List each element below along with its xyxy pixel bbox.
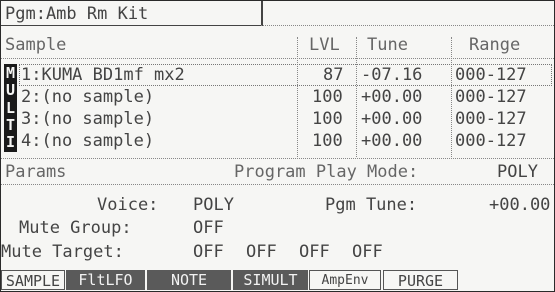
softkey-purge[interactable]: PURGE xyxy=(383,270,458,290)
sample-name[interactable]: 1:KUMA BD1mf mx2 xyxy=(21,64,185,86)
params-header: Params xyxy=(5,162,67,182)
badge-letter: I xyxy=(5,133,16,151)
sample-name[interactable]: 2:(no sample) xyxy=(21,86,154,108)
softkey-bar: SAMPLE FltLFO NOTE SIMULT AmpEnv PURGE xyxy=(1,270,554,291)
sample-tune[interactable]: +00.00 xyxy=(361,108,422,130)
sample-tune[interactable]: -07.16 xyxy=(361,64,422,86)
multi-mode-badge: M U L T I xyxy=(4,64,17,152)
sample-header: Sample xyxy=(5,35,67,55)
tune-header: Tune xyxy=(367,35,408,55)
voice-label: Voice: xyxy=(97,195,159,215)
table-bottom-divider xyxy=(1,158,554,159)
sample-range[interactable]: 000-127 xyxy=(455,86,527,108)
softkey-ampenv[interactable]: AmpEnv xyxy=(309,270,381,290)
softkey-simult[interactable]: SIMULT xyxy=(233,270,308,290)
mute-target-1[interactable]: OFF xyxy=(193,241,224,263)
level-header: LVL xyxy=(309,35,340,55)
sample-level[interactable]: 87 xyxy=(323,64,343,86)
badge-letter: T xyxy=(5,115,16,134)
softkey-sample[interactable]: SAMPLE xyxy=(1,270,65,290)
badge-letter: M xyxy=(5,64,16,82)
sample-level[interactable]: 100 xyxy=(312,130,343,152)
play-mode-label: Program Play Mode: xyxy=(234,162,419,182)
sample-tune[interactable]: +00.00 xyxy=(361,86,422,108)
play-mode-value[interactable]: POLY xyxy=(497,161,538,183)
badge-letter: L xyxy=(5,98,16,117)
sample-range[interactable]: 000-127 xyxy=(455,130,527,152)
sample-name[interactable]: 3:(no sample) xyxy=(21,108,154,130)
mute-target-label: Mute Target: xyxy=(1,242,124,262)
sample-level[interactable]: 100 xyxy=(312,86,343,108)
sample-tune[interactable]: +00.00 xyxy=(361,130,422,152)
mute-target-2[interactable]: OFF xyxy=(246,241,277,263)
program-title: Pgm:Amb Rm Kit xyxy=(5,4,149,24)
mute-group-label: Mute Group: xyxy=(19,218,132,238)
sample-name[interactable]: 4:(no sample) xyxy=(21,130,154,152)
title-underline xyxy=(261,25,554,26)
table-header-divider xyxy=(1,58,554,59)
sample-range[interactable]: 000-127 xyxy=(455,108,527,130)
mute-target-3[interactable]: OFF xyxy=(299,241,330,263)
pgm-tune-value[interactable]: +00.00 xyxy=(489,194,550,216)
screen: Pgm:Amb Rm Kit Sample LVL Tune Range M U… xyxy=(0,0,555,292)
mute-group-value[interactable]: OFF xyxy=(193,217,224,239)
softkey-note[interactable]: NOTE xyxy=(147,270,231,290)
sample-level[interactable]: 100 xyxy=(312,108,343,130)
title-tab: Pgm:Amb Rm Kit xyxy=(1,1,263,26)
softkey-fltlfo[interactable]: FltLFO xyxy=(66,270,145,290)
params-divider xyxy=(1,184,554,185)
sample-range[interactable]: 000-127 xyxy=(455,64,527,86)
mute-target-4[interactable]: OFF xyxy=(352,241,383,263)
badge-letter: U xyxy=(5,81,16,100)
pgm-tune-label: Pgm Tune: xyxy=(325,195,418,215)
voice-value[interactable]: POLY xyxy=(193,194,234,216)
range-header: Range xyxy=(469,35,521,55)
